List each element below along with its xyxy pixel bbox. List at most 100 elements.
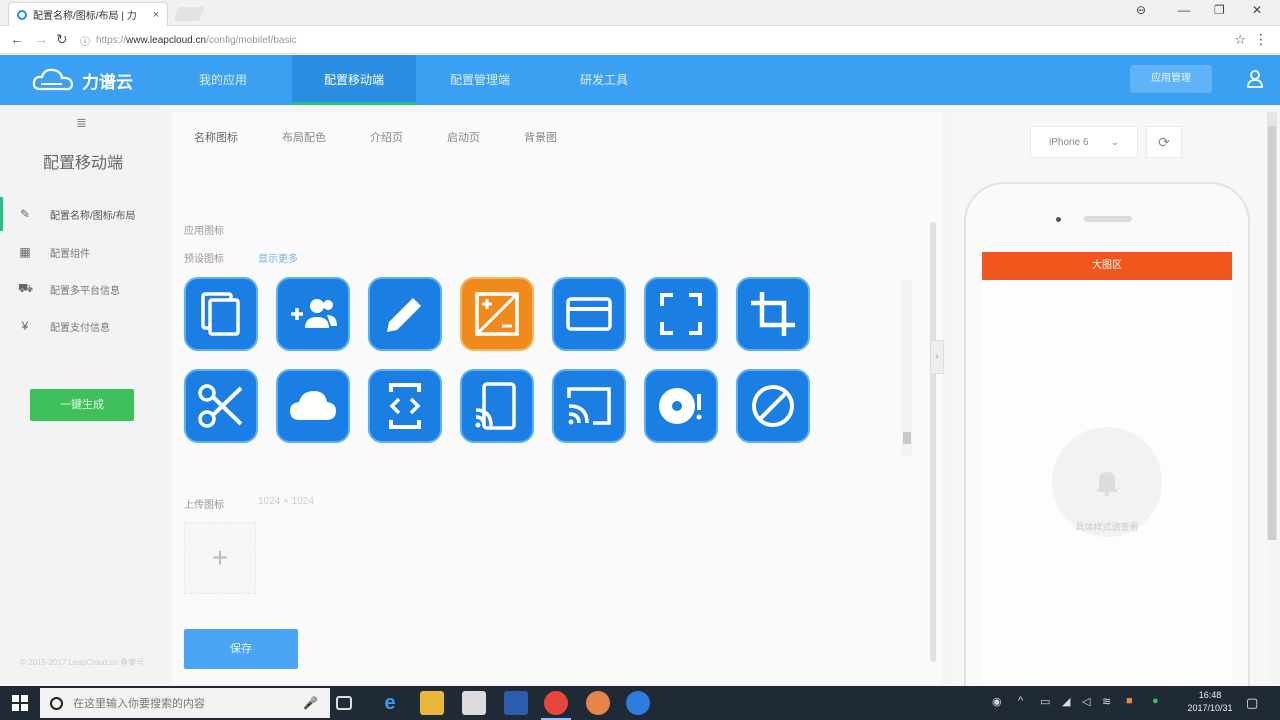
icon-option-pencil[interactable] [368, 277, 442, 351]
pencil-icon [387, 294, 425, 332]
app-icon[interactable] [586, 691, 610, 715]
user-icon[interactable] [1246, 69, 1264, 89]
main-scrollbar[interactable] [928, 160, 938, 670]
tray-wifi-icon[interactable]: ≋ [1102, 695, 1111, 708]
tab-name-icon[interactable]: 名称图标 [194, 129, 238, 145]
tray-chevron-icon[interactable]: ^ [1018, 695, 1023, 707]
disc-alert-icon [659, 388, 702, 424]
icon-option-cast-phone[interactable] [460, 369, 534, 443]
clock-time: 16:48 [1198, 690, 1222, 700]
icon-option-group-add[interactable] [276, 277, 350, 351]
icon-option-cast[interactable] [552, 369, 626, 443]
sidebar-item-label: 配置组件 [50, 248, 90, 260]
new-tab-button[interactable] [173, 7, 205, 21]
icon-option-fullscreen[interactable] [644, 277, 718, 351]
tray-antivirus-icon[interactable]: ■ [1126, 695, 1133, 707]
brand-logo[interactable]: 力谱云 [32, 67, 133, 93]
nav-config-mobile[interactable]: 配置移动端 [292, 55, 416, 105]
browser-tab[interactable]: 配置名称/图标/布局 | 力 × [8, 2, 168, 26]
brand-name: 力谱云 [82, 72, 133, 92]
preview-banner: 大图区 [982, 252, 1232, 280]
upload-icon-button[interactable]: + [184, 522, 256, 594]
exposure-icon [475, 292, 519, 336]
icon-option-copy[interactable] [184, 277, 258, 351]
scissors-icon [198, 384, 243, 428]
app-manage-button[interactable]: 应用管理 [1130, 65, 1212, 93]
tray-status-icon[interactable]: ● [1152, 695, 1159, 707]
sidebar-item-components[interactable]: ▦ 配置组件 [0, 235, 166, 269]
microphone-icon[interactable]: 🎤 [303, 696, 318, 710]
bookmark-star-icon[interactable]: ☆ [1234, 32, 1246, 48]
icon-list-scrollbar[interactable] [902, 280, 912, 456]
icon-option-disc-alert[interactable] [644, 369, 718, 443]
block-icon [752, 385, 794, 427]
icon-option-cloud[interactable] [276, 369, 350, 443]
back-icon[interactable]: ← [10, 31, 24, 47]
sidebar-item-payment[interactable]: ¥ 配置支付信息 [0, 309, 166, 343]
icon-option-card[interactable] [552, 277, 626, 351]
sidebar-footer: © 2015-2017 LeapCloud.cn 备案号 [20, 658, 145, 667]
tab-background[interactable]: 背景图 [524, 129, 557, 145]
icon-option-scissors[interactable] [184, 369, 258, 443]
nav-config-admin[interactable]: 配置管理端 [418, 55, 542, 105]
collapse-preview-button[interactable]: › [930, 340, 944, 374]
scrollbar-track[interactable] [930, 222, 936, 662]
sidebar-item-platforms[interactable]: ⛟ 配置多平台信息 [0, 272, 166, 306]
cast-icon [567, 387, 611, 425]
refresh-button[interactable]: ⟳ [1146, 126, 1182, 158]
nav-my-apps[interactable]: 我的应用 [168, 55, 278, 105]
task-view-icon[interactable] [336, 696, 352, 710]
sidebar-item-name-icon-layout[interactable]: ✎ 配置名称/图标/布局 [0, 197, 166, 231]
tray-volume-icon[interactable]: ◁ [1082, 695, 1090, 708]
scrollbar-thumb[interactable] [1268, 126, 1276, 540]
preset-icon-label: 预设图标 [184, 254, 224, 265]
phone-screen: 大图区 具体样式请查看 [982, 252, 1232, 692]
close-window-icon[interactable]: ✕ [1252, 3, 1262, 17]
scrollbar-thumb[interactable] [903, 432, 911, 444]
icon-option-block[interactable] [736, 369, 810, 443]
save-button[interactable]: 保存 [184, 629, 298, 669]
store-icon[interactable] [462, 691, 486, 715]
tab-layout-color[interactable]: 布局配色 [282, 129, 326, 145]
tray-network-icon[interactable]: ◢ [1062, 695, 1070, 708]
minimize-icon[interactable]: — [1178, 3, 1190, 17]
upload-icon-label: 上传图标 [184, 500, 224, 511]
chevron-down-icon: ⌄ [1110, 136, 1119, 148]
action-center-icon[interactable]: ▢ [1246, 695, 1258, 711]
tray-app-icon[interactable]: ◉ [992, 695, 1002, 708]
url-host: www.leapcloud.cn [126, 34, 207, 46]
account-icon[interactable]: ⊖ [1136, 3, 1146, 17]
reload-icon[interactable]: ↻ [56, 31, 68, 48]
forward-icon[interactable]: → [34, 31, 48, 47]
browser-menu-icon[interactable]: ⋮ [1254, 31, 1268, 48]
one-click-generate-button[interactable]: 一键生成 [30, 389, 134, 421]
file-explorer-icon[interactable] [420, 691, 444, 715]
edge-icon[interactable]: e [378, 691, 402, 715]
pencil-icon: ✎ [19, 207, 31, 221]
media-player-icon[interactable] [626, 691, 650, 715]
url-field[interactable]: ⓘ https:// www.leapcloud.cn /config/mobi… [80, 31, 1230, 49]
upload-size-hint: 1024 × 1024 [258, 496, 314, 507]
preview-panel: iPhone 6 ⌄ ⟳ 大图区 具体样式请查看 [952, 112, 1268, 702]
preview-scrollbar[interactable] [1267, 112, 1277, 540]
device-select[interactable]: iPhone 6 ⌄ [1030, 126, 1138, 158]
tab-intro-page[interactable]: 介绍页 [370, 129, 403, 145]
tray-battery-icon[interactable]: ▭ [1040, 695, 1050, 708]
taskbar-search[interactable]: 在这里输入你要搜索的内容 🎤 [40, 688, 330, 718]
icon-option-crop[interactable] [736, 277, 810, 351]
chrome-icon[interactable] [544, 691, 568, 715]
sidebar-menu-icon[interactable]: ≣ [76, 115, 87, 131]
sidebar-item-label: 配置多平台信息 [50, 285, 120, 297]
word-icon[interactable] [504, 691, 528, 715]
icon-option-exposure[interactable] [460, 277, 534, 351]
nav-dev-tools[interactable]: 研发工具 [544, 55, 664, 105]
device-select-value: iPhone 6 [1049, 136, 1089, 148]
tab-close-icon[interactable]: × [153, 9, 159, 21]
taskbar-clock[interactable]: 16:48 2017/10/31 [1184, 689, 1236, 715]
icon-option-code-phone[interactable] [368, 369, 442, 443]
maximize-icon[interactable]: ❐ [1214, 3, 1225, 17]
show-more-link[interactable]: 显示更多 [258, 250, 298, 265]
windows-start-icon[interactable] [12, 695, 28, 711]
copy-icon [201, 292, 240, 336]
tab-launch-page[interactable]: 启动页 [447, 129, 480, 145]
